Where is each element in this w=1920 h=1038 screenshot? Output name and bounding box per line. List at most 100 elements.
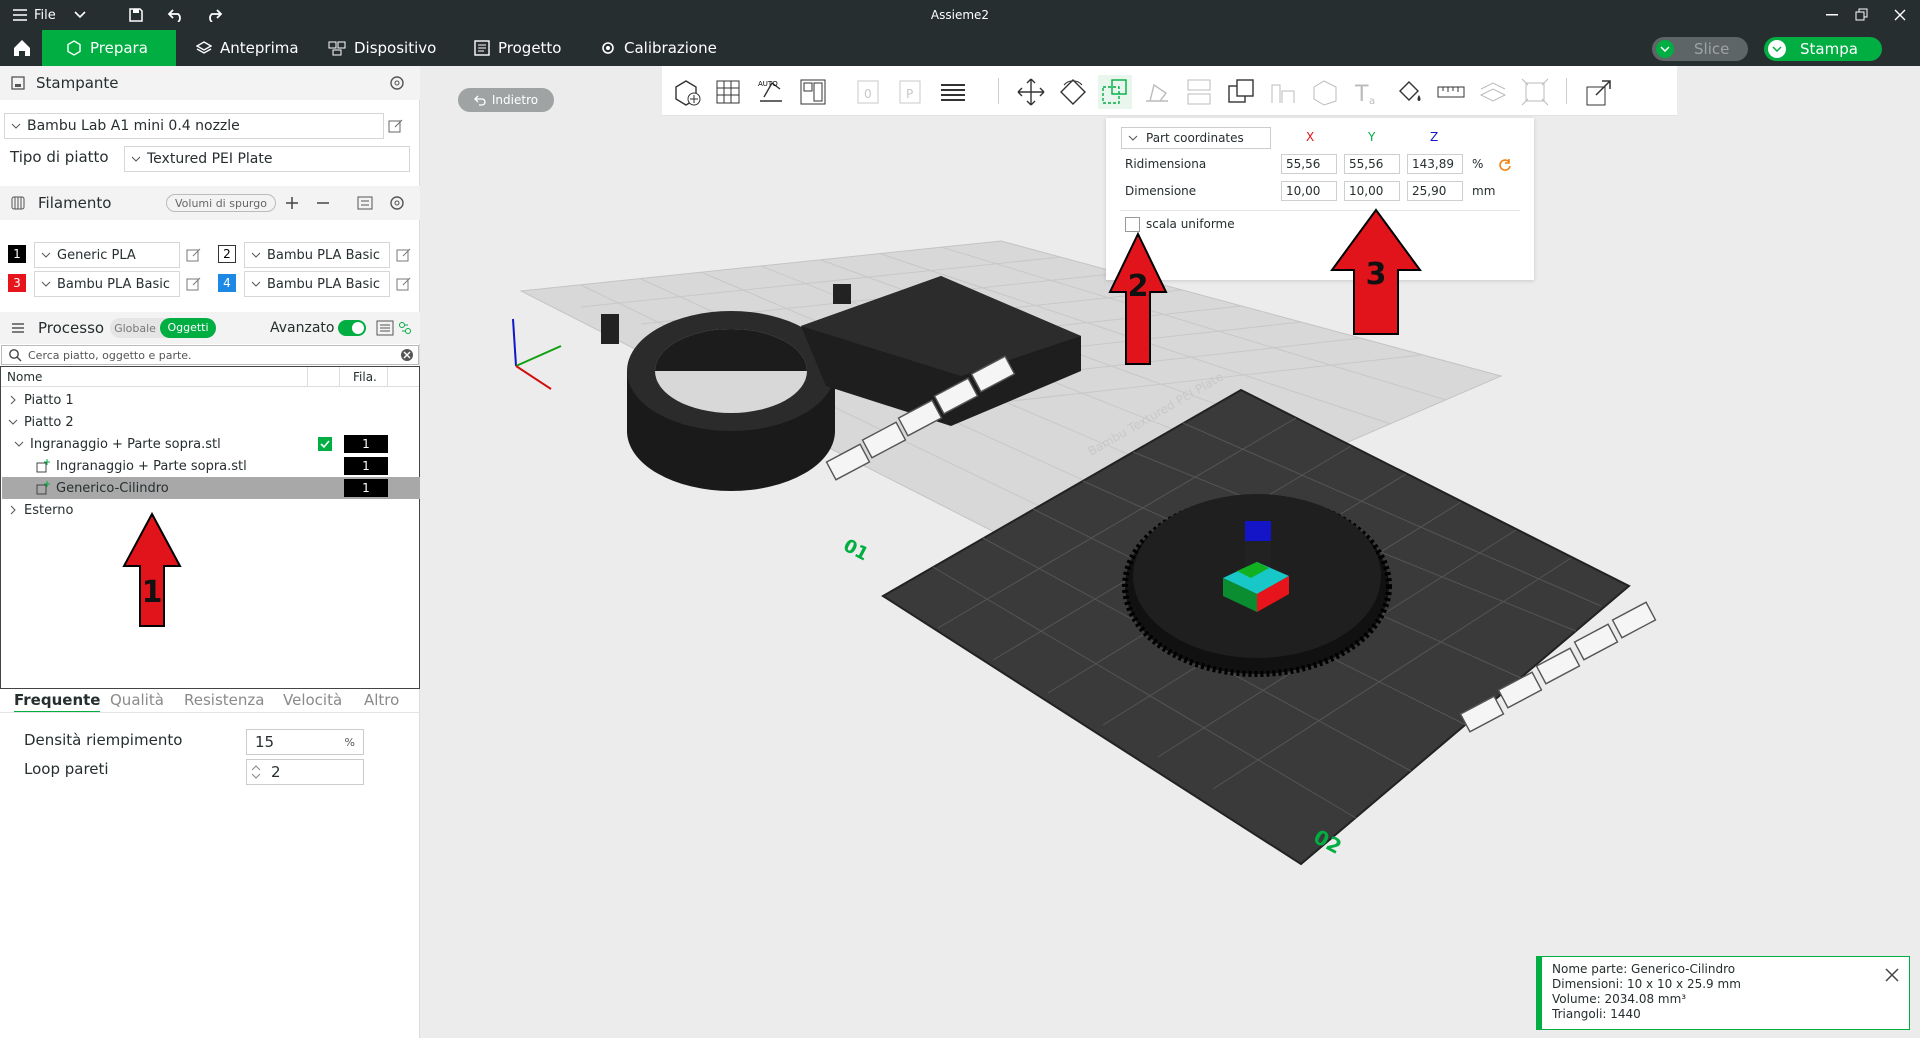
lay-on-face-icon[interactable]	[1140, 75, 1174, 109]
close-icon[interactable]	[1884, 967, 1900, 983]
cut-icon[interactable]	[1182, 75, 1216, 109]
tab-calibrazione[interactable]: Calibrazione	[586, 30, 731, 66]
resize-z-input[interactable]: 143,89	[1407, 154, 1463, 174]
add-object-icon[interactable]	[670, 75, 704, 109]
color-paint-icon[interactable]	[1392, 75, 1426, 109]
plus-icon[interactable]	[285, 196, 299, 210]
measure-icon[interactable]	[1434, 75, 1468, 109]
advanced-toggle[interactable]	[338, 320, 366, 336]
column-name-header[interactable]: Nome	[7, 370, 42, 384]
edit-icon[interactable]	[388, 118, 404, 134]
tab-prepara[interactable]: Prepara	[42, 30, 176, 66]
filament-3-color[interactable]: 3	[8, 274, 26, 292]
edit-icon[interactable]	[186, 247, 202, 263]
tree-row-selected-part[interactable]: Generico-Cilindro 1	[2, 477, 420, 499]
resize-y-input[interactable]: 55,56	[1344, 154, 1400, 174]
compare-icon[interactable]	[398, 321, 412, 335]
coordinate-mode-select[interactable]: Part coordinates	[1121, 127, 1271, 149]
plate-type-select[interactable]: Textured PEI Plate	[124, 146, 410, 172]
tree-row-plate-2[interactable]: Piatto 2	[2, 411, 420, 433]
split-parts-icon[interactable]: P	[894, 75, 928, 109]
save-icon[interactable]	[126, 0, 146, 30]
process-scope-toggle[interactable]: Globale Oggetti	[110, 318, 216, 338]
tab-resistenza[interactable]: Resistenza	[184, 691, 264, 709]
filament-index-badge[interactable]: 1	[344, 479, 388, 497]
restore-icon[interactable]	[1852, 0, 1872, 30]
auto-orient-icon[interactable]: AUTO	[754, 75, 788, 109]
dimension-x-input[interactable]: 10,00	[1281, 181, 1337, 201]
uniform-scale-checkbox[interactable]	[1125, 217, 1140, 232]
back-button[interactable]: Indietro	[458, 88, 554, 112]
wall-loops-stepper[interactable]: 2	[246, 759, 364, 785]
boolean-icon[interactable]	[1224, 75, 1258, 109]
edit-icon[interactable]	[396, 247, 412, 263]
tree-row-part[interactable]: Ingranaggio + Parte sopra.stl 1	[2, 455, 420, 477]
slice-button[interactable]: Slice	[1652, 37, 1748, 61]
scale-icon[interactable]	[1098, 75, 1132, 109]
split-objects-icon[interactable]: 0	[852, 75, 886, 109]
dimension-z-input[interactable]: 25,90	[1407, 181, 1463, 201]
minimize-icon[interactable]	[1822, 0, 1842, 30]
explode-view-icon[interactable]	[1582, 75, 1616, 109]
file-menu[interactable]: File	[12, 0, 56, 30]
filament-3-select[interactable]: Bambu PLA Basic	[34, 271, 180, 297]
uniform-scale-label[interactable]: scala uniforme	[1146, 217, 1235, 231]
rotate-icon[interactable]	[1056, 75, 1090, 109]
add-plate-icon[interactable]	[712, 75, 746, 109]
filament-4-select[interactable]: Bambu PLA Basic	[244, 271, 390, 297]
filament-index-badge[interactable]: 1	[344, 435, 388, 453]
tab-velocita[interactable]: Velocità	[283, 691, 342, 709]
column-fila-header[interactable]: Fila.	[353, 370, 377, 384]
tree-row-object[interactable]: Ingranaggio + Parte sopra.stl 1	[2, 433, 420, 455]
chevron-right-icon[interactable]	[8, 395, 18, 405]
checkbox-checked-icon[interactable]	[318, 437, 332, 451]
close-icon[interactable]	[1890, 0, 1910, 30]
tab-frequente[interactable]: Frequente	[14, 691, 101, 713]
tab-dispositivo[interactable]: Dispositivo	[314, 30, 450, 66]
filament-2-select[interactable]: Bambu PLA Basic	[244, 242, 390, 268]
resize-x-input[interactable]: 55,56	[1281, 154, 1337, 174]
stepper-arrows-icon[interactable]	[251, 764, 261, 780]
gear-icon[interactable]	[388, 74, 406, 92]
fit-view-icon[interactable]	[1518, 75, 1552, 109]
tab-anteprima[interactable]: Anteprima	[182, 30, 313, 66]
seam-paint-icon[interactable]	[1308, 75, 1342, 109]
tab-progetto[interactable]: Progetto	[460, 30, 576, 66]
assembly-icon[interactable]	[1476, 75, 1510, 109]
text-icon[interactable]: Ta	[1350, 75, 1384, 109]
reset-icon[interactable]	[1498, 158, 1512, 172]
list-icon[interactable]	[376, 320, 394, 336]
dimension-y-input[interactable]: 10,00	[1344, 181, 1400, 201]
undo-icon[interactable]	[166, 0, 186, 30]
chevron-down-icon[interactable]	[1768, 40, 1786, 58]
home-icon[interactable]	[4, 30, 40, 66]
toggle-global[interactable]: Globale	[110, 322, 160, 335]
redo-icon[interactable]	[204, 0, 224, 30]
filament-4-color[interactable]: 4	[218, 274, 236, 292]
tree-row-outside[interactable]: Esterno	[2, 499, 420, 521]
support-paint-icon[interactable]	[1266, 75, 1300, 109]
chevron-down-icon[interactable]	[14, 439, 24, 449]
sync-ams-icon[interactable]	[356, 194, 374, 212]
printer-model-select[interactable]: Bambu Lab A1 mini 0.4 nozzle	[4, 113, 384, 139]
purge-volumes-button[interactable]: Volumi di spurgo	[166, 194, 276, 212]
move-icon[interactable]	[1014, 75, 1048, 109]
chevron-down-icon[interactable]	[1656, 40, 1674, 58]
clear-search-icon[interactable]	[400, 348, 414, 362]
minus-icon[interactable]	[316, 196, 330, 210]
filament-1-color[interactable]: 1	[8, 245, 26, 263]
chevron-down-icon[interactable]	[70, 0, 90, 30]
gear-icon[interactable]	[388, 194, 406, 212]
layers-icon[interactable]	[936, 75, 970, 109]
chevron-down-icon[interactable]	[8, 417, 18, 427]
object-search-input[interactable]: Cerca piatto, oggetto e parte.	[1, 345, 419, 365]
arrange-icon[interactable]	[796, 75, 830, 109]
print-button[interactable]: Stampa	[1764, 37, 1882, 61]
edit-icon[interactable]	[396, 276, 412, 292]
tab-altro[interactable]: Altro	[364, 691, 399, 709]
tree-row-plate-1[interactable]: Piatto 1	[2, 389, 420, 411]
filament-index-badge[interactable]: 1	[344, 457, 388, 475]
filament-1-select[interactable]: Generic PLA	[34, 242, 180, 268]
tab-qualita[interactable]: Qualità	[110, 691, 164, 709]
infill-density-input[interactable]: 15 %	[246, 729, 364, 755]
